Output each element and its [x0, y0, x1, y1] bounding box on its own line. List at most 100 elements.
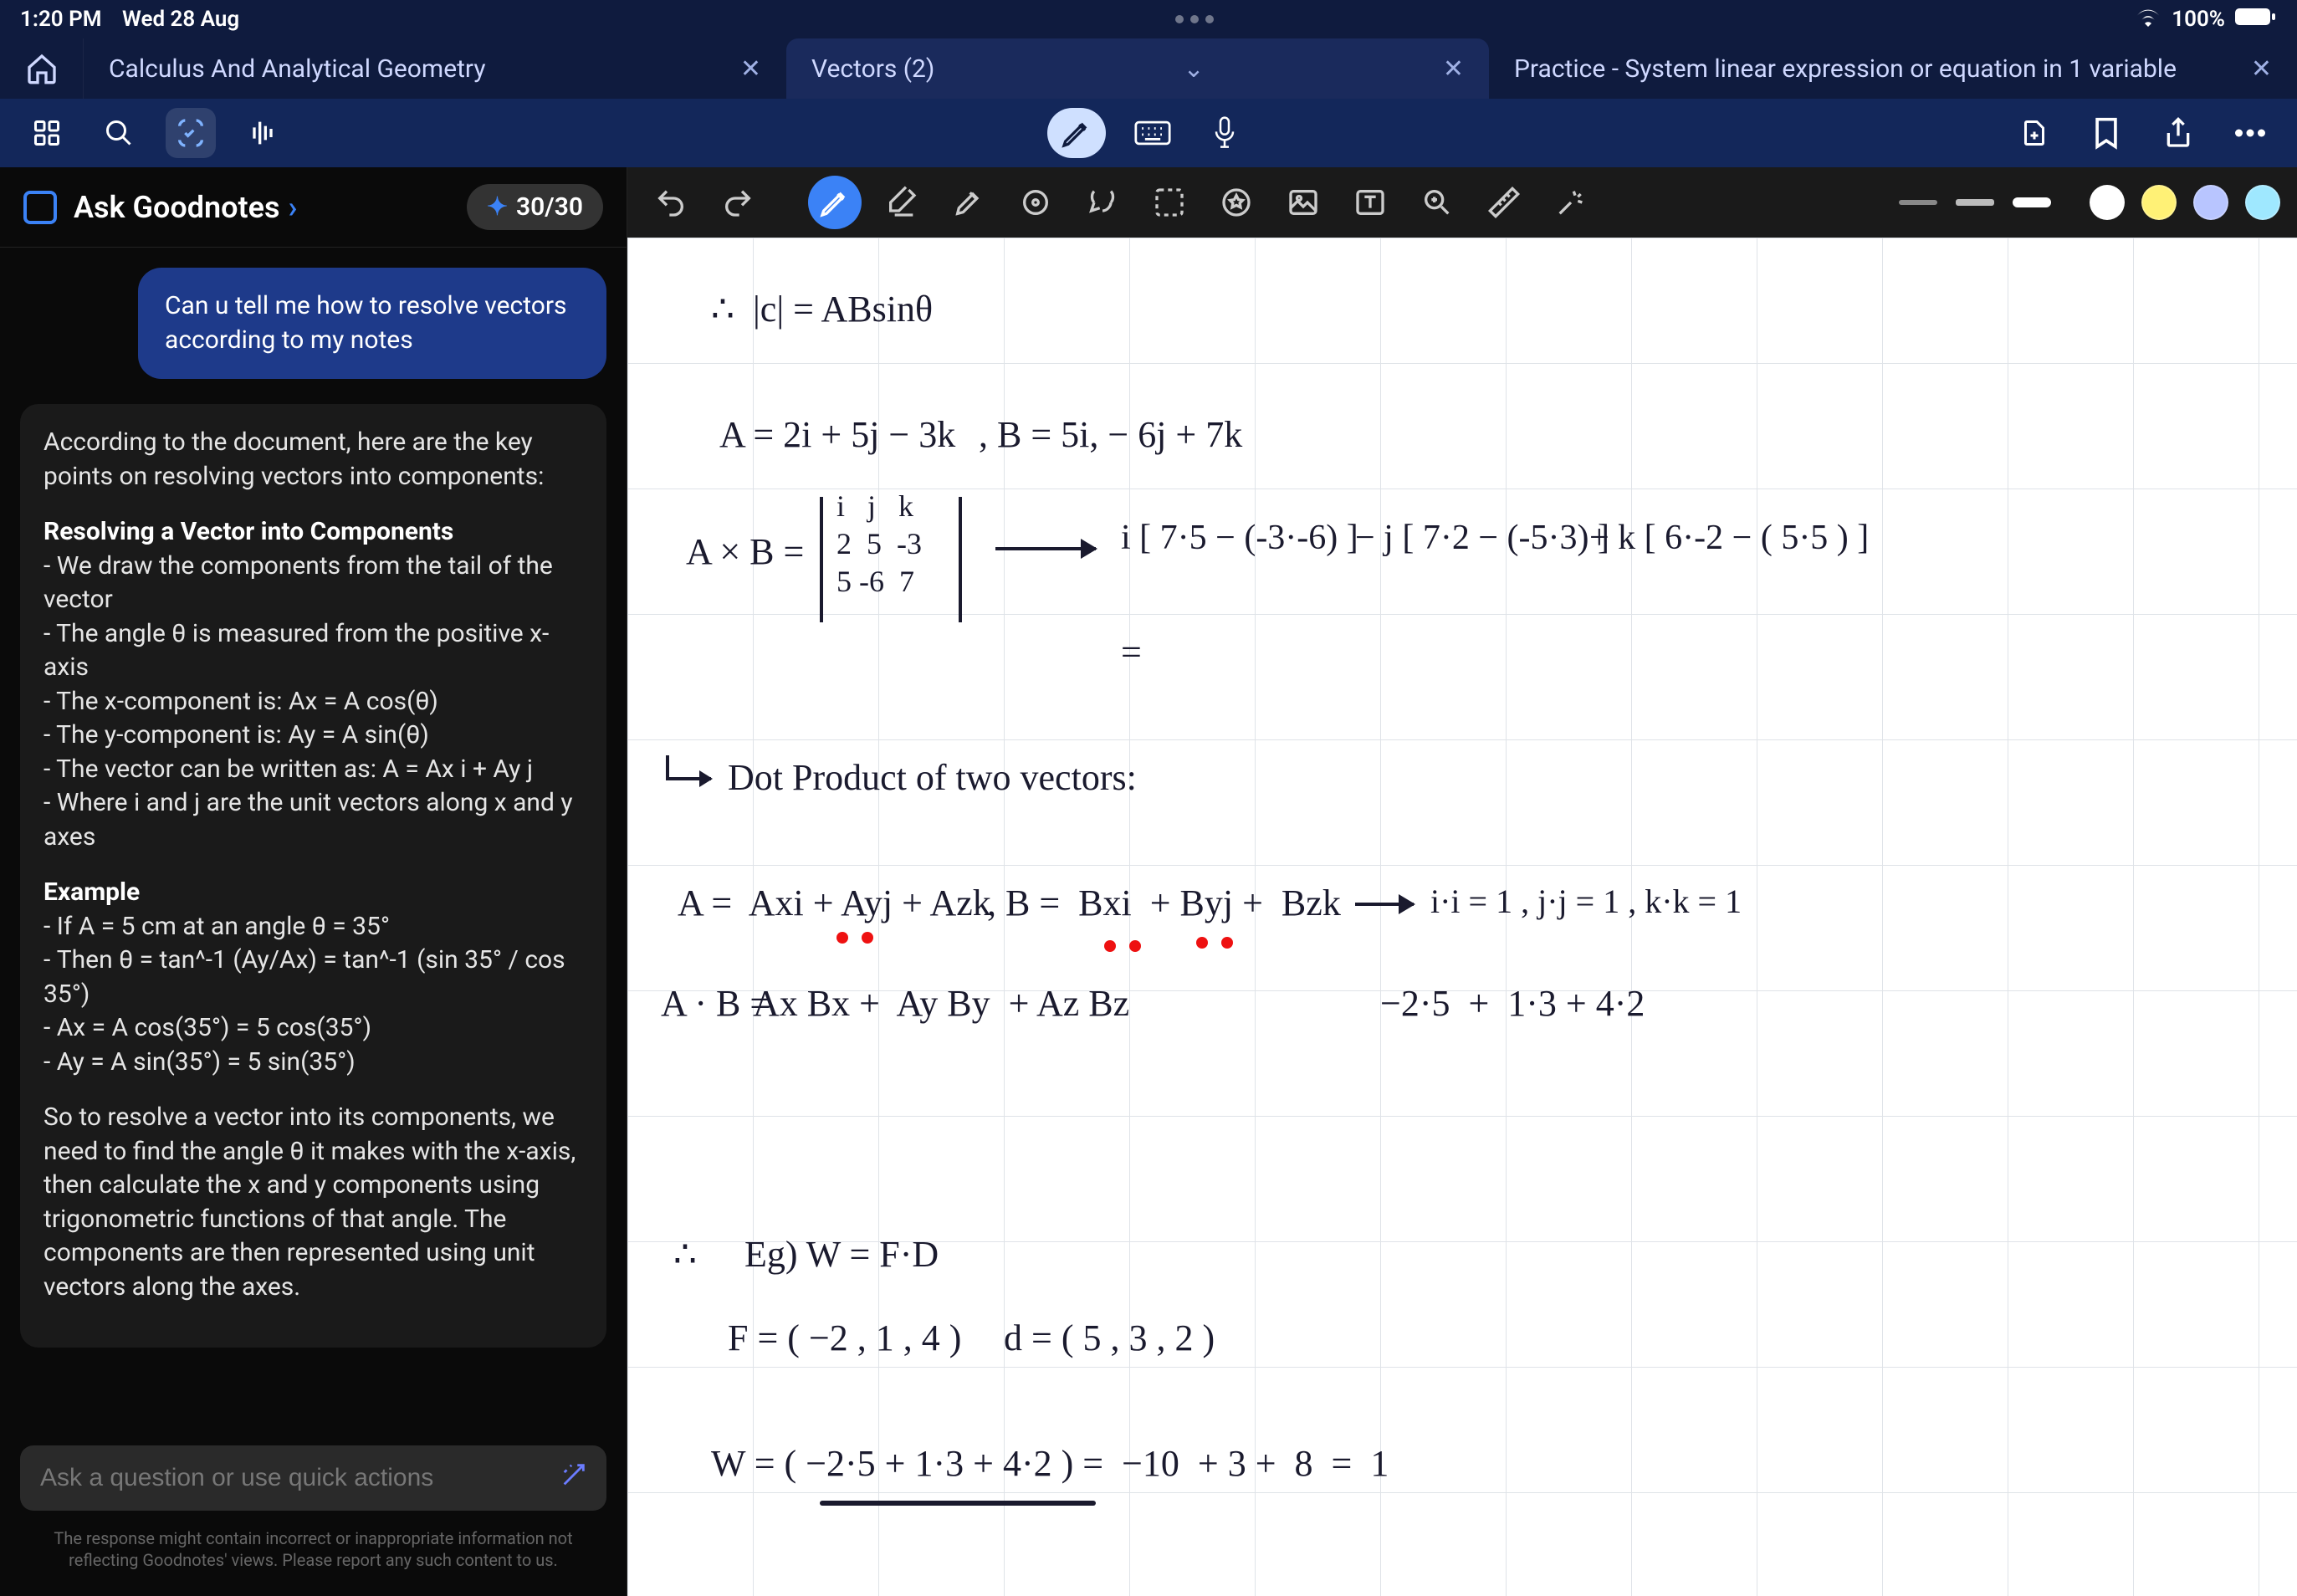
close-icon[interactable]: ✕ — [730, 54, 761, 84]
highlighter-tool-icon[interactable] — [942, 176, 995, 229]
ruler-tool-icon[interactable] — [1477, 176, 1531, 229]
multitask-dots[interactable] — [1175, 15, 1214, 23]
note-line: = — [1121, 631, 1142, 673]
note-line: + k [ 6·-2 − ( 5·5 ) ] — [1589, 518, 1869, 558]
stroke-thick[interactable] — [2013, 197, 2051, 207]
note-matrix-row: 5 -6 7 — [836, 564, 914, 599]
red-mark-icon — [1104, 940, 1116, 952]
close-icon[interactable]: ✕ — [2241, 54, 2272, 84]
home-button[interactable] — [0, 38, 84, 99]
chevron-right-icon: › — [289, 190, 298, 225]
battery-icon — [2235, 7, 2277, 33]
lasso-tool-icon[interactable] — [1076, 176, 1129, 229]
note-line: F = ( −2 , 1 , 4 ) — [728, 1317, 961, 1359]
pen-mode-icon[interactable] — [1047, 108, 1106, 158]
note-line: −2·5 + 1·3 + 4·2 — [1380, 982, 1645, 1025]
bookmark-icon[interactable] — [2081, 108, 2131, 158]
note-line: Ax Bx + Ay By + Az Bz — [753, 982, 1129, 1025]
more-icon[interactable] — [2225, 108, 2275, 158]
pen-tool-icon[interactable] — [808, 176, 862, 229]
tab-label: Calculus And Analytical Geometry — [109, 54, 486, 84]
credits-value: 30/30 — [516, 192, 583, 222]
stroke-med[interactable] — [1956, 199, 1994, 206]
new-page-icon[interactable] — [2009, 108, 2059, 158]
keyboard-icon[interactable] — [1128, 108, 1178, 158]
red-mark-icon — [1196, 937, 1208, 949]
search-icon[interactable] — [94, 108, 144, 158]
text-tool-icon[interactable] — [1343, 176, 1397, 229]
chat-assistant-message: According to the document, here are the … — [20, 404, 606, 1348]
close-icon[interactable]: ✕ — [1433, 54, 1464, 84]
shape-tool-icon[interactable] — [1009, 176, 1062, 229]
chat-scroll[interactable]: Can u tell me how to resolve vectors acc… — [0, 248, 627, 1429]
note-line: A = 2i + 5j − 3k — [719, 413, 955, 456]
note-matrix-row: 2 5 -3 — [836, 526, 922, 561]
note-line: , B = Bxi + Byj + Bzk — [987, 882, 1341, 924]
ask-goodnotes-sidebar: Ask Goodnotes › ✦ 30/30 Can u tell me ho… — [0, 167, 627, 1596]
note-line: Eg) W = F·D — [744, 1233, 939, 1276]
color-picker[interactable] — [2090, 185, 2280, 220]
note-line: ∴ |c| = ABsinθ — [711, 288, 933, 330]
audio-wave-icon[interactable] — [238, 108, 288, 158]
credits-badge[interactable]: ✦ 30/30 — [467, 184, 603, 230]
chat-input-field[interactable] — [38, 1463, 560, 1493]
status-date: Wed 28 Aug — [122, 7, 239, 32]
panel-toggle-icon[interactable] — [23, 191, 57, 224]
sidebar-title[interactable]: Ask Goodnotes › — [74, 190, 450, 225]
battery-percent: 100% — [2172, 7, 2225, 32]
chevron-down-icon[interactable]: ⌄ — [1164, 54, 1205, 84]
color-cyan[interactable] — [2245, 185, 2280, 220]
image-tool-icon[interactable] — [1276, 176, 1330, 229]
tab-calculus[interactable]: Calculus And Analytical Geometry ✕ — [84, 38, 786, 99]
color-lilac[interactable] — [2193, 185, 2228, 220]
red-mark-icon — [1129, 940, 1141, 952]
undo-icon[interactable] — [644, 176, 698, 229]
note-matrix-row: i j k — [836, 489, 913, 524]
tab-bar: Calculus And Analytical Geometry ✕ Vecto… — [0, 38, 2297, 99]
note-canvas[interactable]: ∴ |c| = ABsinθ A = 2i + 5j − 3k , B = 5i… — [627, 238, 2297, 1596]
note-line: i·i = 1 , j·j = 1 , k·k = 1 — [1430, 882, 1742, 921]
note-line: , B = 5i, − 6j + 7k — [979, 413, 1242, 456]
chat-disclaimer: The response might contain incorrect or … — [20, 1511, 606, 1571]
indent-arrow-icon — [669, 777, 711, 780]
chat-user-message: Can u tell me how to resolve vectors acc… — [138, 268, 606, 379]
stroke-width-picker[interactable] — [1899, 197, 2051, 207]
tab-label: Vectors (2) — [811, 54, 934, 84]
arrow-icon — [995, 547, 1096, 550]
laser-tool-icon[interactable] — [1544, 176, 1598, 229]
note-line: d = ( 5 , 3 , 2 ) — [1004, 1317, 1215, 1359]
eraser-tool-icon[interactable] — [875, 176, 929, 229]
zoom-tool-icon[interactable] — [1410, 176, 1464, 229]
note-line: ∴ — [673, 1233, 697, 1276]
microphone-icon[interactable] — [1200, 108, 1250, 158]
chat-input[interactable] — [20, 1445, 606, 1511]
sticker-star-icon[interactable] — [1210, 176, 1263, 229]
status-bar: 1:20 PM Wed 28 Aug 100% — [0, 0, 2297, 38]
note-heading: Dot Product of two vectors: — [728, 756, 1137, 799]
lasso-ai-icon[interactable] — [166, 108, 216, 158]
note-line: − j [ 7·2 − (-5·3) ] — [1355, 518, 1609, 558]
drawing-tools-bar — [627, 167, 2297, 238]
note-line: A = Axi + Ayj + Azk — [678, 882, 991, 924]
note-line: W = ( −2·5 + 1·3 + 4·2 ) = −10 + 3 + 8 =… — [711, 1442, 1389, 1485]
red-mark-icon — [836, 932, 848, 944]
select-rect-icon[interactable] — [1143, 176, 1196, 229]
sparkle-icon: ✦ — [487, 192, 508, 222]
note-line: i [ 7·5 − (-3·-6) ] — [1121, 518, 1358, 558]
status-time: 1:20 PM — [20, 7, 102, 32]
arrow-icon — [1355, 903, 1414, 906]
magic-wand-icon[interactable] — [560, 1460, 588, 1496]
tab-label: Practice - System linear expression or e… — [1514, 54, 2177, 84]
color-yellow[interactable] — [2141, 185, 2177, 220]
share-icon[interactable] — [2153, 108, 2203, 158]
color-white[interactable] — [2090, 185, 2125, 220]
top-toolbar — [0, 99, 2297, 167]
stroke-thin[interactable] — [1899, 200, 1937, 205]
tab-vectors[interactable]: Vectors (2) ⌄ ✕ — [786, 38, 1489, 99]
wifi-icon — [2135, 7, 2161, 33]
note-line: A × B = — [686, 530, 804, 573]
redo-icon[interactable] — [711, 176, 765, 229]
underline-mark — [820, 1501, 1096, 1506]
grid-view-icon[interactable] — [22, 108, 72, 158]
tab-practice[interactable]: Practice - System linear expression or e… — [1489, 38, 2297, 99]
